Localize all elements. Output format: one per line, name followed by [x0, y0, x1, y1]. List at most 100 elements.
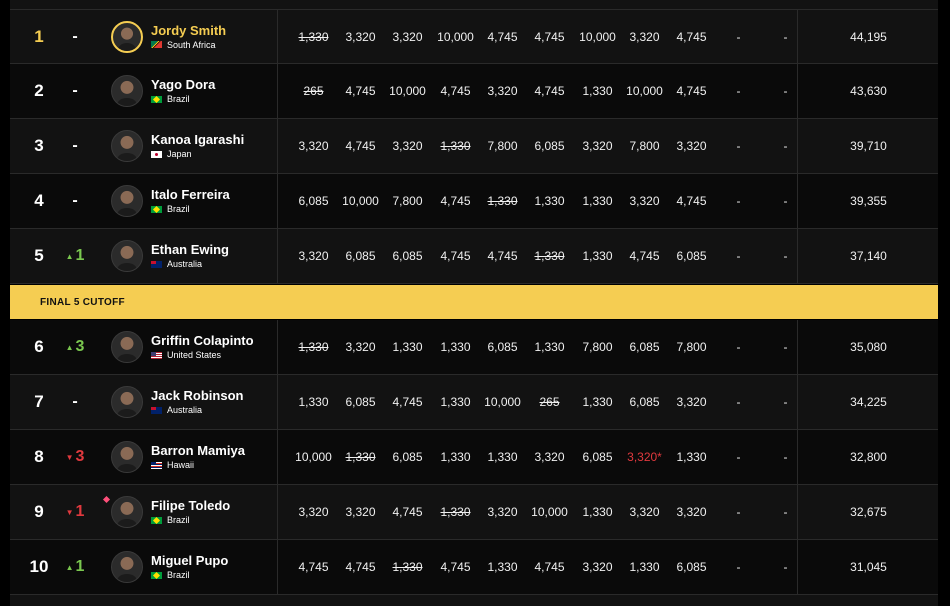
event-score[interactable]: 6,085 [479, 320, 526, 374]
event-score[interactable]: 7,800 [621, 119, 668, 173]
event-score[interactable]: 265 [290, 64, 337, 118]
event-score[interactable]: 1,330 [574, 485, 621, 539]
event-score[interactable]: 10,000 [290, 430, 337, 484]
event-score[interactable]: 4,745 [479, 229, 526, 283]
table-row[interactable]: 10 ▲ 1 Miguel Pupo Brazil 4,745 4,745 1,330 4,74… [10, 540, 938, 595]
event-score[interactable]: 1,330 [526, 320, 573, 374]
athlete-name[interactable]: Barron Mamiya [151, 443, 245, 458]
event-score[interactable]: 10,000 [384, 64, 431, 118]
event-score[interactable]: - [715, 540, 762, 594]
event-score[interactable]: 1,330 [432, 485, 479, 539]
event-score[interactable]: 1,330 [479, 430, 526, 484]
athlete-cell[interactable]: Griffin Colapinto United States [111, 320, 278, 374]
event-score[interactable]: 6,085 [384, 229, 431, 283]
table-row[interactable]: 6 ▲ 3 Griffin Colapinto United States 1,330 3,… [10, 320, 938, 375]
event-score[interactable]: 4,745 [290, 540, 337, 594]
event-score[interactable]: 3,320 [574, 540, 621, 594]
event-score[interactable]: 6,085 [574, 430, 621, 484]
event-score[interactable]: 1,330 [290, 375, 337, 429]
event-score[interactable]: 3,320 [337, 320, 384, 374]
event-score[interactable]: 1,330 [479, 174, 526, 228]
event-score[interactable]: - [715, 229, 762, 283]
athlete-name[interactable]: Griffin Colapinto [151, 333, 254, 348]
event-score[interactable]: 1,330 [432, 375, 479, 429]
event-score[interactable]: 6,085 [526, 119, 573, 173]
event-score[interactable]: 6,085 [337, 375, 384, 429]
event-score[interactable]: 10,000 [574, 10, 621, 63]
event-score[interactable]: 4,745 [432, 229, 479, 283]
event-score[interactable]: - [715, 320, 762, 374]
event-score[interactable]: 1,330 [526, 174, 573, 228]
event-score[interactable]: 3,320 [290, 229, 337, 283]
athlete-name[interactable]: Yago Dora [151, 77, 215, 92]
event-score[interactable]: 4,745 [668, 64, 715, 118]
event-score[interactable]: 4,745 [384, 375, 431, 429]
event-score[interactable]: 4,745 [526, 64, 573, 118]
event-score[interactable]: 1,330 [574, 174, 621, 228]
event-score[interactable]: 3,320* [621, 430, 668, 484]
event-score[interactable]: 4,745 [432, 64, 479, 118]
event-score[interactable]: 4,745 [384, 485, 431, 539]
event-score[interactable]: - [715, 10, 762, 63]
athlete-name[interactable]: Ethan Ewing [151, 242, 229, 257]
event-score[interactable]: 3,320 [668, 119, 715, 173]
event-score[interactable]: - [715, 485, 762, 539]
event-score[interactable]: 1,330 [432, 119, 479, 173]
event-score[interactable]: 4,745 [432, 540, 479, 594]
athlete-name[interactable]: Italo Ferreira [151, 187, 230, 202]
event-score[interactable]: 6,085 [621, 375, 668, 429]
event-score[interactable]: - [715, 430, 762, 484]
event-score[interactable]: 6,085 [621, 320, 668, 374]
event-score[interactable]: 10,000 [337, 174, 384, 228]
athlete-cell[interactable]: Kanoa Igarashi Japan [111, 119, 278, 173]
table-row[interactable]: 2- Yago Dora Brazil 265 4,745 10,000 4,745 3,32… [10, 64, 938, 119]
event-score[interactable]: 1,330 [337, 430, 384, 484]
event-score[interactable]: 1,330 [290, 320, 337, 374]
event-score[interactable]: 1,330 [574, 229, 621, 283]
event-score[interactable]: 3,320 [479, 64, 526, 118]
event-score[interactable]: 7,800 [668, 320, 715, 374]
athlete-name[interactable]: Jack Robinson [151, 388, 243, 403]
event-score[interactable]: 1,330 [384, 540, 431, 594]
athlete-cell[interactable]: Italo Ferreira Brazil [111, 174, 278, 228]
event-score[interactable]: 3,320 [479, 485, 526, 539]
event-score[interactable]: 1,330 [432, 320, 479, 374]
event-score[interactable]: 3,320 [668, 375, 715, 429]
table-row[interactable]: 9 ▼ 1 Filipe Toledo Brazil 3,320 3,320 4,745 1,3… [10, 485, 938, 540]
event-score[interactable]: 7,800 [384, 174, 431, 228]
event-score[interactable]: 3,320 [290, 119, 337, 173]
event-score[interactable]: 3,320 [621, 10, 668, 63]
event-score[interactable]: 4,745 [526, 540, 573, 594]
event-score[interactable]: 7,800 [574, 320, 621, 374]
event-score[interactable]: 265 [526, 375, 573, 429]
athlete-cell[interactable]: Yago Dora Brazil [111, 64, 278, 118]
event-score[interactable]: 1,330 [479, 540, 526, 594]
athlete-cell[interactable]: Filipe Toledo Brazil [111, 485, 278, 539]
table-row[interactable]: 3- Kanoa Igarashi Japan 3,320 4,745 3,320 1,33… [10, 119, 938, 174]
table-row[interactable]: 5 ▲ 1 Ethan Ewing Australia 3,320 6,085 6,085 4,… [10, 229, 938, 284]
event-score[interactable]: 6,085 [668, 229, 715, 283]
event-score[interactable]: 10,000 [526, 485, 573, 539]
event-score[interactable]: 1,330 [526, 229, 573, 283]
event-score[interactable]: 4,745 [337, 119, 384, 173]
event-score[interactable]: 10,000 [621, 64, 668, 118]
athlete-name[interactable]: Miguel Pupo [151, 553, 228, 568]
event-score[interactable]: - [715, 375, 762, 429]
event-score[interactable]: 6,085 [290, 174, 337, 228]
event-score[interactable]: 6,085 [337, 229, 384, 283]
event-score[interactable]: - [715, 64, 762, 118]
table-row[interactable]: 4- Italo Ferreira Brazil 6,085 10,000 7,800 4,… [10, 174, 938, 229]
event-score[interactable]: 10,000 [479, 375, 526, 429]
event-score[interactable]: 4,745 [337, 540, 384, 594]
athlete-name[interactable]: Filipe Toledo [151, 498, 230, 513]
event-score[interactable]: 4,745 [668, 10, 715, 63]
event-score[interactable]: 1,330 [384, 320, 431, 374]
event-score[interactable]: 3,320 [384, 119, 431, 173]
event-score[interactable]: 3,320 [621, 174, 668, 228]
table-row[interactable]: 1- Jordy Smith South Africa 1,330 3,320 3,320… [10, 10, 938, 64]
event-score[interactable]: 3,320 [526, 430, 573, 484]
event-score[interactable]: 1,330 [574, 375, 621, 429]
event-score[interactable]: 1,330 [290, 10, 337, 63]
athlete-cell[interactable]: Jordy Smith South Africa [111, 10, 278, 63]
event-score[interactable]: 1,330 [621, 540, 668, 594]
